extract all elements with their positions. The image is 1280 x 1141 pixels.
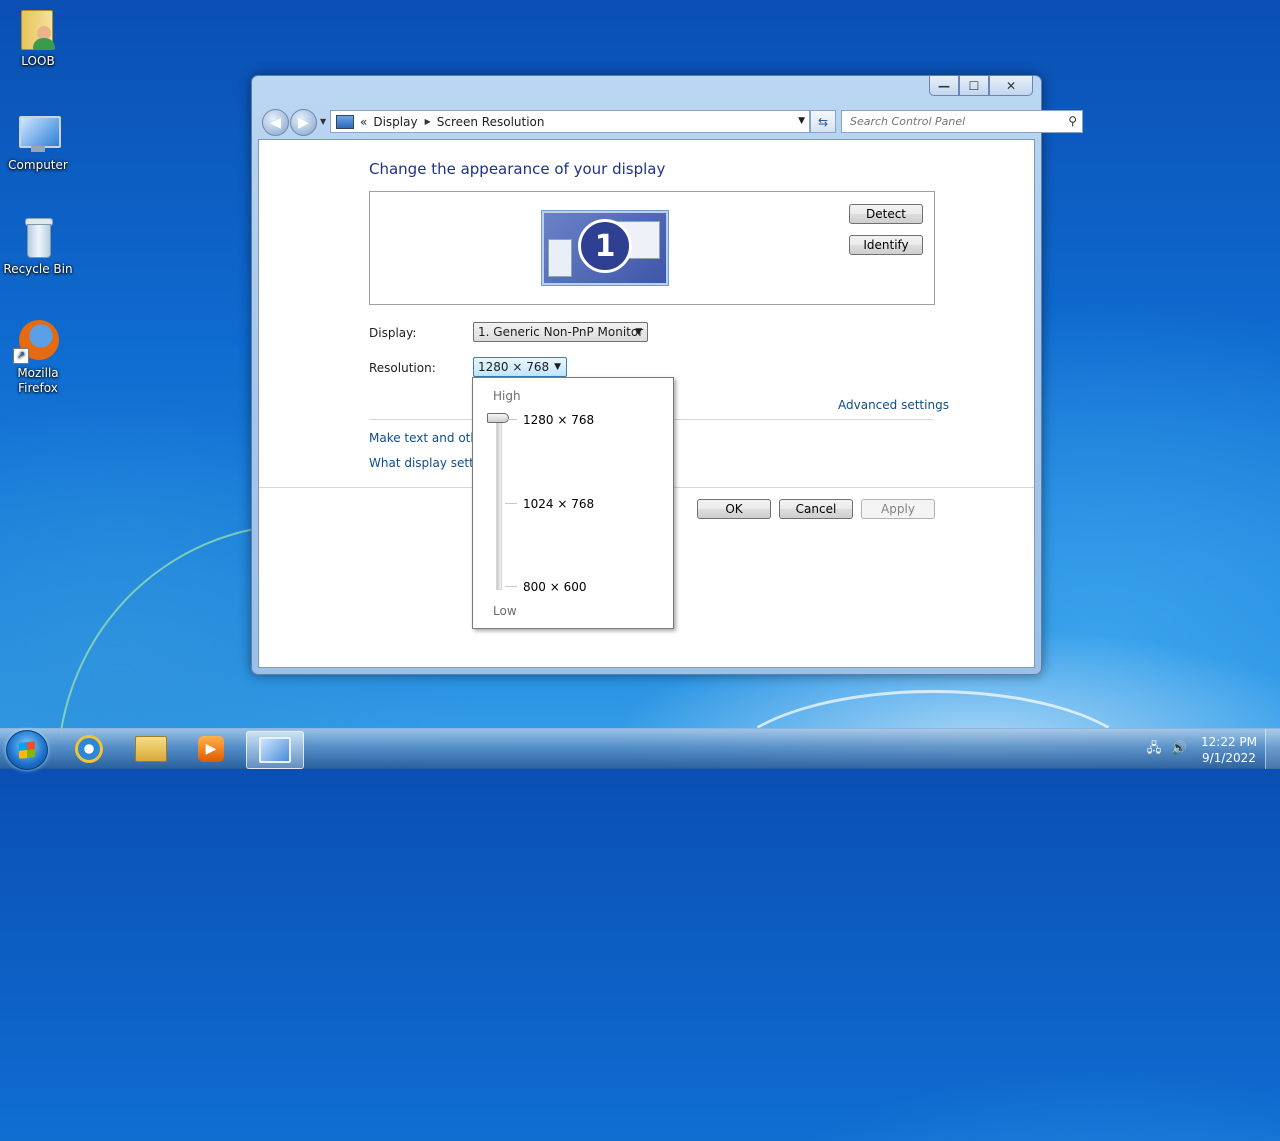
monitor-1-thumbnail[interactable]: 1: [541, 210, 669, 286]
taskbar-windows-explorer[interactable]: [124, 731, 178, 767]
internet-explorer-icon: [75, 735, 103, 763]
search-icon[interactable]: ⚲: [1068, 114, 1077, 128]
monitor-preview-window: [548, 239, 572, 277]
breadcrumb-screen-resolution[interactable]: Screen Resolution: [437, 115, 545, 129]
resolution-option[interactable]: 1024 × 768: [523, 497, 594, 511]
ok-button[interactable]: OK: [697, 499, 771, 519]
search-input[interactable]: [848, 114, 1062, 129]
forward-button[interactable]: ▶: [290, 109, 317, 136]
display-select-value: 1. Generic Non-PnP Monitor: [478, 325, 644, 339]
firefox-icon: ↗: [13, 320, 59, 364]
resolution-low-label: Low: [493, 604, 517, 618]
refresh-button[interactable]: ⇆: [810, 110, 836, 133]
resolution-label: Resolution:: [369, 361, 436, 375]
show-desktop-button[interactable]: [1265, 729, 1280, 769]
maximize-button[interactable]: ☐: [959, 76, 989, 96]
taskbar-media-player[interactable]: ▶: [184, 731, 238, 767]
desktop-icon-label: Computer: [8, 158, 68, 172]
close-button[interactable]: ✕: [989, 76, 1033, 96]
chevron-down-icon: ▼: [635, 327, 642, 337]
resolution-select[interactable]: 1280 × 768 ▼: [473, 357, 567, 377]
breadcrumb-separator-icon[interactable]: ▶: [425, 117, 431, 126]
desktop-icon-label: Mozilla Firefox: [17, 366, 59, 395]
detect-button[interactable]: Detect: [849, 204, 923, 224]
resolution-high-label: High: [493, 389, 521, 403]
address-dropdown-icon[interactable]: ▼: [798, 116, 805, 126]
refresh-icon: ⇆: [817, 114, 829, 129]
breadcrumb-display[interactable]: Display: [373, 115, 417, 129]
chevron-down-icon: ▼: [554, 362, 561, 372]
desktop-icon-loob[interactable]: LOOB: [0, 8, 76, 69]
minimize-button[interactable]: —: [929, 76, 959, 96]
resolution-select-value: 1280 × 768: [478, 360, 550, 374]
desktop-icon-label: LOOB: [21, 54, 55, 68]
resolution-slider-track[interactable]: [496, 416, 502, 590]
resolution-dropdown: High 1280 × 768 1024 × 768 800 × 600 Low: [472, 377, 674, 629]
wallpaper-swoosh: [720, 690, 1146, 856]
slider-tick: [505, 503, 517, 504]
folder-icon: [135, 736, 167, 762]
user-folder-icon: [17, 8, 59, 50]
resolution-option[interactable]: 800 × 600: [523, 580, 587, 594]
desktop-icon-firefox[interactable]: ↗ Mozilla Firefox: [0, 320, 76, 396]
resolution-option[interactable]: 1280 × 768: [523, 413, 594, 427]
taskbar-internet-explorer[interactable]: [62, 731, 116, 767]
page-title: Change the appearance of your display: [369, 160, 666, 178]
recycle-bin-icon: [17, 216, 59, 258]
resolution-slider[interactable]: [487, 413, 509, 590]
windows-logo-icon: [19, 741, 35, 759]
identify-button[interactable]: Identify: [849, 235, 923, 255]
display-settings-icon: [259, 737, 291, 763]
resolution-slider-thumb[interactable]: [487, 413, 509, 423]
advanced-settings-link[interactable]: Advanced settings: [838, 398, 949, 412]
slider-tick: [505, 586, 517, 587]
apply-button[interactable]: Apply: [861, 499, 935, 519]
clock-date: 9/1/2022: [1202, 751, 1256, 765]
taskbar-control-panel-display[interactable]: [246, 731, 304, 769]
computer-icon: [17, 112, 61, 154]
display-label: Display:: [369, 326, 417, 340]
forward-arrow-icon: ▶: [298, 114, 309, 131]
desktop-icon-label: Recycle Bin: [3, 262, 73, 276]
window-controls: — ☐ ✕: [929, 76, 1033, 96]
back-arrow-icon: ◀: [270, 114, 281, 131]
system-clock[interactable]: 12:22 PM 9/1/2022: [1196, 734, 1262, 766]
cancel-button[interactable]: Cancel: [779, 499, 853, 519]
network-icon[interactable]: 🖧: [1146, 741, 1162, 757]
navigation-bar: ◀ ▶ ▼ « Display ▶ Screen Resolution ▼ ⇆ …: [258, 108, 1083, 136]
slider-tick: [505, 419, 517, 420]
recent-pages-chevron-icon[interactable]: ▼: [320, 117, 326, 126]
monitor-arrangement-panel: 1 Detect Identify: [369, 191, 935, 305]
display-select[interactable]: 1. Generic Non-PnP Monitor ▼: [473, 322, 648, 342]
clock-time: 12:22 PM: [1201, 735, 1257, 749]
breadcrumb-prefix[interactable]: «: [360, 115, 367, 129]
control-panel-icon: [336, 114, 354, 129]
monitor-number: 1: [578, 219, 632, 273]
volume-icon[interactable]: 🔊: [1171, 741, 1187, 757]
search-box[interactable]: ⚲: [841, 110, 1083, 133]
desktop-icon-recycle-bin[interactable]: Recycle Bin: [0, 216, 76, 277]
desktop-icon-computer[interactable]: Computer: [0, 112, 76, 173]
media-player-icon: ▶: [198, 736, 224, 762]
back-button[interactable]: ◀: [262, 109, 289, 136]
address-bar[interactable]: « Display ▶ Screen Resolution ▼: [330, 110, 810, 133]
taskbar: ▶ 🖧 🔊 12:22 PM 9/1/2022: [0, 728, 1280, 770]
start-button[interactable]: [6, 730, 48, 770]
